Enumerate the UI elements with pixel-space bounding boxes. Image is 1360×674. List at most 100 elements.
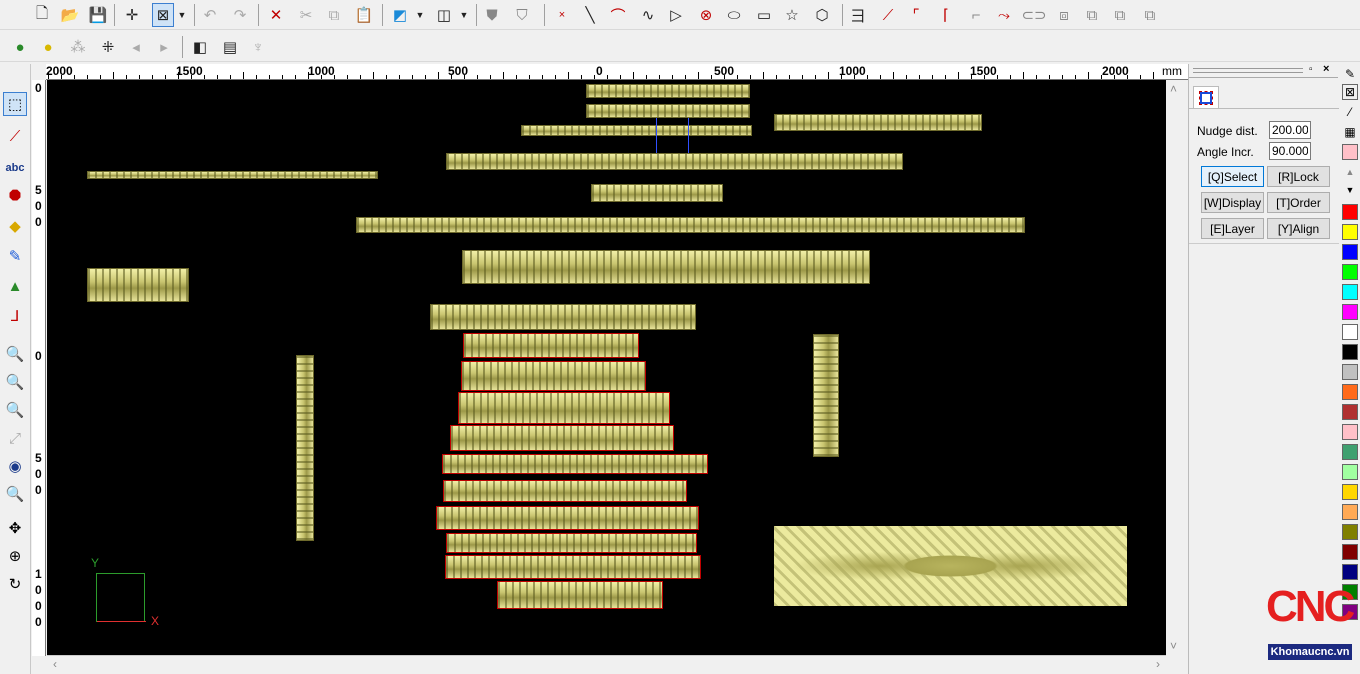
pencil-icon[interactable]: ✎ xyxy=(3,244,27,268)
crosshair-icon[interactable]: ✛ xyxy=(120,3,144,27)
selected-molding[interactable] xyxy=(497,581,663,609)
offset-curve-icon[interactable]: ⤳ xyxy=(992,3,1016,27)
light-group-icon[interactable]: ⁂ xyxy=(66,35,90,59)
horizontal-scrollbar[interactable]: ‹ › xyxy=(47,655,1166,672)
scroll-up-icon[interactable]: ˄ xyxy=(1170,82,1177,96)
select-node-icon[interactable]: ⬚ xyxy=(3,92,27,116)
zoom-realtime-icon[interactable]: ⊕ xyxy=(3,544,27,568)
color-settings-icon[interactable]: ▦ xyxy=(1342,124,1358,140)
selected-molding[interactable] xyxy=(445,555,701,579)
pen-icon[interactable]: ✎ xyxy=(1342,66,1358,82)
close-icon[interactable]: × xyxy=(1323,63,1329,75)
vertical-molding[interactable] xyxy=(813,334,839,457)
mirror-icon[interactable]: ◧ xyxy=(188,35,212,59)
selected-molding[interactable] xyxy=(463,333,639,358)
select-button[interactable]: [Q]Select xyxy=(1201,166,1264,187)
color-swatch[interactable] xyxy=(1342,284,1358,300)
selected-molding[interactable] xyxy=(446,533,697,553)
color-swatch[interactable] xyxy=(1342,224,1358,240)
3d-box-icon[interactable]: ◩ xyxy=(388,3,412,27)
color-swatch[interactable] xyxy=(1342,404,1358,420)
node-edit-icon[interactable]: ⟋ xyxy=(3,124,27,148)
selected-molding[interactable] xyxy=(458,392,670,424)
grid-icon[interactable]: ▤ xyxy=(218,35,242,59)
open-folder-icon[interactable]: 📂 xyxy=(58,3,82,27)
polygon-icon[interactable]: ⬡ xyxy=(810,3,834,27)
point-icon[interactable]: × xyxy=(550,3,574,27)
light-settings-icon[interactable]: ⁜ xyxy=(96,35,120,59)
chamfer-icon[interactable]: ⌈ xyxy=(934,3,958,27)
color-swatch[interactable] xyxy=(1342,464,1358,480)
color-swatch[interactable] xyxy=(1342,204,1358,220)
molding-strip[interactable] xyxy=(774,114,982,131)
relief-icon[interactable]: ▲ xyxy=(3,274,27,298)
color-swatch[interactable] xyxy=(1342,364,1358,380)
array-icon[interactable]: ⧉ xyxy=(1080,3,1104,27)
color-swatch[interactable] xyxy=(1342,544,1358,560)
redo-icon[interactable]: ↷ xyxy=(228,3,252,27)
palette-dropdown-icon[interactable]: ▼ xyxy=(1342,182,1358,198)
vertical-scrollbar[interactable]: ˄ ˅ xyxy=(1166,80,1183,655)
star-icon[interactable]: ☆ xyxy=(780,3,804,27)
molding-strip[interactable] xyxy=(586,84,750,98)
align-button[interactable]: [Y]Align xyxy=(1267,218,1330,239)
arrow-left-icon[interactable]: ◂ xyxy=(124,35,148,59)
selected-molding[interactable] xyxy=(436,506,699,530)
eye-icon[interactable]: ◉ xyxy=(3,454,27,478)
selected-molding[interactable] xyxy=(450,425,674,451)
color-swatch[interactable] xyxy=(1342,444,1358,460)
selected-molding[interactable] xyxy=(443,480,687,502)
restore-icon[interactable]: ▫ xyxy=(1309,64,1313,75)
circle-center-icon[interactable]: ⊗ xyxy=(694,3,718,27)
molding-strip[interactable] xyxy=(591,184,723,202)
molding-strip[interactable] xyxy=(462,250,870,284)
layer-button[interactable]: [E]Layer xyxy=(1201,218,1264,239)
chevron-down-icon[interactable]: ▼ xyxy=(412,3,428,27)
lightbulb-green-icon[interactable]: ● xyxy=(8,35,32,59)
no-color-icon[interactable]: ⊠ xyxy=(1342,84,1358,100)
selected-molding[interactable] xyxy=(442,454,708,474)
arrow-right-icon[interactable]: ▸ xyxy=(152,35,176,59)
octagon-icon[interactable]: ⯃ xyxy=(3,184,27,208)
ungroup-icon[interactable]: ⧉ xyxy=(1138,3,1162,27)
undo-icon[interactable]: ↶ xyxy=(198,3,222,27)
color-swatch[interactable] xyxy=(1342,264,1358,280)
molding-strip[interactable] xyxy=(430,304,696,330)
select-box-icon[interactable]: ⊠ xyxy=(152,3,174,27)
3d-view-icon[interactable]: ◫ xyxy=(432,3,456,27)
curve-icon[interactable]: ∿ xyxy=(636,3,660,27)
color-swatch[interactable] xyxy=(1342,244,1358,260)
color-swatch[interactable] xyxy=(1342,324,1358,340)
color-swatch[interactable] xyxy=(1342,424,1358,440)
line-icon[interactable]: ╲ xyxy=(578,3,602,27)
color-swatch[interactable] xyxy=(1342,524,1358,540)
ellipse-icon[interactable]: ⬭ xyxy=(722,3,746,27)
paste-icon[interactable]: 📋 xyxy=(352,3,376,27)
molding-strip[interactable] xyxy=(521,125,752,136)
ornate-panel[interactable] xyxy=(774,526,1127,606)
chevron-down-icon[interactable]: ▼ xyxy=(456,3,472,27)
color-swatch[interactable] xyxy=(1342,504,1358,520)
shield-icon[interactable]: ⛉ xyxy=(510,3,534,27)
zoom-extents-icon[interactable]: ⤢ xyxy=(3,426,27,450)
color-swatch[interactable] xyxy=(1342,144,1358,160)
text-tool-icon[interactable]: abc xyxy=(3,156,27,180)
color-swatch[interactable] xyxy=(1342,384,1358,400)
trim-icon[interactable]: ⺕ xyxy=(846,3,870,27)
rectangle-icon[interactable]: ▭ xyxy=(752,3,776,27)
display-button[interactable]: [W]Display xyxy=(1201,192,1264,213)
fillet-icon[interactable]: ⌜ xyxy=(904,3,928,27)
palette-scroll-up-icon[interactable]: ▲ xyxy=(1342,164,1358,180)
pan-icon[interactable]: ✥ xyxy=(3,516,27,540)
cut-icon[interactable]: ✂ xyxy=(294,3,318,27)
color-swatch[interactable] xyxy=(1342,344,1358,360)
zoom-out-icon[interactable]: 🔍 xyxy=(3,370,27,394)
offset-rect-icon[interactable]: ⧈ xyxy=(1052,3,1076,27)
angle-input[interactable] xyxy=(1269,142,1311,160)
eyedropper-icon[interactable]: ⁄ xyxy=(1342,104,1358,120)
molding-strip[interactable] xyxy=(446,153,903,170)
nudge-input[interactable] xyxy=(1269,121,1311,139)
molding-strip[interactable] xyxy=(87,171,378,179)
scroll-down-icon[interactable]: ˅ xyxy=(1170,639,1177,653)
nc-path-icon[interactable]: ⅃ xyxy=(3,304,27,328)
